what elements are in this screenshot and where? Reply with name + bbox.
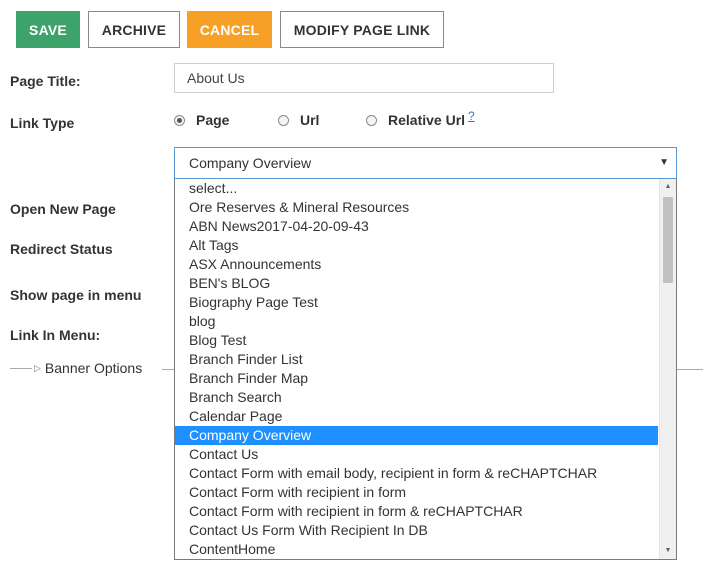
dropdown-scrollbar[interactable]: ▲ ▼	[659, 179, 676, 559]
save-button[interactable]: SAVE	[16, 11, 80, 48]
dropdown-option[interactable]: BEN's BLOG	[175, 274, 658, 293]
fieldset-divider	[677, 369, 703, 370]
link-in-menu-label: Link In Menu:	[10, 327, 101, 343]
page-select-dropdown[interactable]: select... Ore Reserves & Mineral Resource…	[174, 179, 677, 560]
modify-page-link-button[interactable]: MODIFY PAGE LINK	[280, 11, 444, 48]
dropdown-option[interactable]: Contact Us Form With Recipient In DB	[175, 521, 658, 540]
scroll-up-arrow-icon[interactable]: ▲	[660, 180, 676, 194]
dropdown-option[interactable]: Biography Page Test	[175, 293, 658, 312]
dropdown-options-list: select... Ore Reserves & Mineral Resource…	[175, 179, 658, 559]
archive-button[interactable]: ARCHIVE	[88, 11, 180, 48]
scrollbar-thumb[interactable]	[663, 197, 673, 283]
page-title-label: Page Title:	[10, 73, 81, 89]
dropdown-option[interactable]: ContentHome	[175, 540, 658, 559]
dropdown-option[interactable]: select...	[175, 179, 658, 198]
redirect-status-label: Redirect Status	[10, 241, 113, 257]
dropdown-option[interactable]: Branch Finder Map	[175, 369, 658, 388]
dropdown-option[interactable]: ASX Announcements	[175, 255, 658, 274]
dropdown-option[interactable]: Alt Tags	[175, 236, 658, 255]
dropdown-option[interactable]: Branch Search	[175, 388, 658, 407]
dropdown-option[interactable]: ABN News2017-04-20-09-43	[175, 217, 658, 236]
dropdown-option[interactable]: Contact Form with recipient in form	[175, 483, 658, 502]
relative-url-help-link[interactable]: ?	[468, 109, 475, 123]
open-new-page-label: Open New Page	[10, 201, 116, 217]
fieldset-divider	[10, 367, 32, 369]
dropdown-option[interactable]: Contact Form with recipient in form & re…	[175, 502, 658, 521]
show-in-menu-label: Show page in menu	[10, 287, 142, 303]
radio-unchecked-icon[interactable]	[278, 114, 289, 126]
dropdown-option[interactable]: Branch Finder List	[175, 350, 658, 369]
link-type-relative-url-label: Relative Url	[388, 112, 466, 128]
expand-triangle-icon: ▷	[34, 362, 41, 373]
dropdown-option[interactable]: Contact Us	[175, 445, 658, 464]
page-title-input[interactable]	[174, 63, 554, 93]
radio-checked-icon[interactable]	[174, 114, 185, 126]
banner-options-label: Banner Options	[44, 360, 143, 376]
scroll-down-arrow-icon[interactable]: ▼	[660, 544, 676, 558]
dropdown-option[interactable]: Company Overview	[175, 426, 658, 445]
dropdown-option[interactable]: Blog Test	[175, 331, 658, 350]
link-type-page-label: Page	[196, 112, 230, 128]
radio-unchecked-icon[interactable]	[366, 114, 377, 126]
page-select-value: Company Overview	[189, 155, 312, 171]
fieldset-divider	[162, 369, 174, 370]
dropdown-option[interactable]: blog	[175, 312, 658, 331]
dropdown-option[interactable]: Ore Reserves & Mineral Resources	[175, 198, 658, 217]
page-select[interactable]: Company Overview ▼	[174, 147, 677, 179]
dropdown-option[interactable]: Contact Form with email body, recipient …	[175, 464, 658, 483]
link-type-relative-url-radio[interactable]: Relative Url ?	[366, 109, 475, 128]
dropdown-option[interactable]: Calendar Page	[175, 407, 658, 426]
link-type-label: Link Type	[10, 115, 75, 131]
cancel-button[interactable]: CANCEL	[187, 11, 272, 48]
link-type-page-radio[interactable]: Page	[174, 112, 229, 128]
link-type-url-label: Url	[300, 112, 320, 128]
banner-options-toggle[interactable]: ▷ Banner Options	[10, 360, 142, 376]
link-type-url-radio[interactable]: Url	[278, 112, 319, 128]
chevron-down-icon[interactable]: ▼	[659, 157, 669, 168]
page-editor: SAVE ARCHIVE CANCEL MODIFY PAGE LINK Pag…	[0, 0, 703, 576]
